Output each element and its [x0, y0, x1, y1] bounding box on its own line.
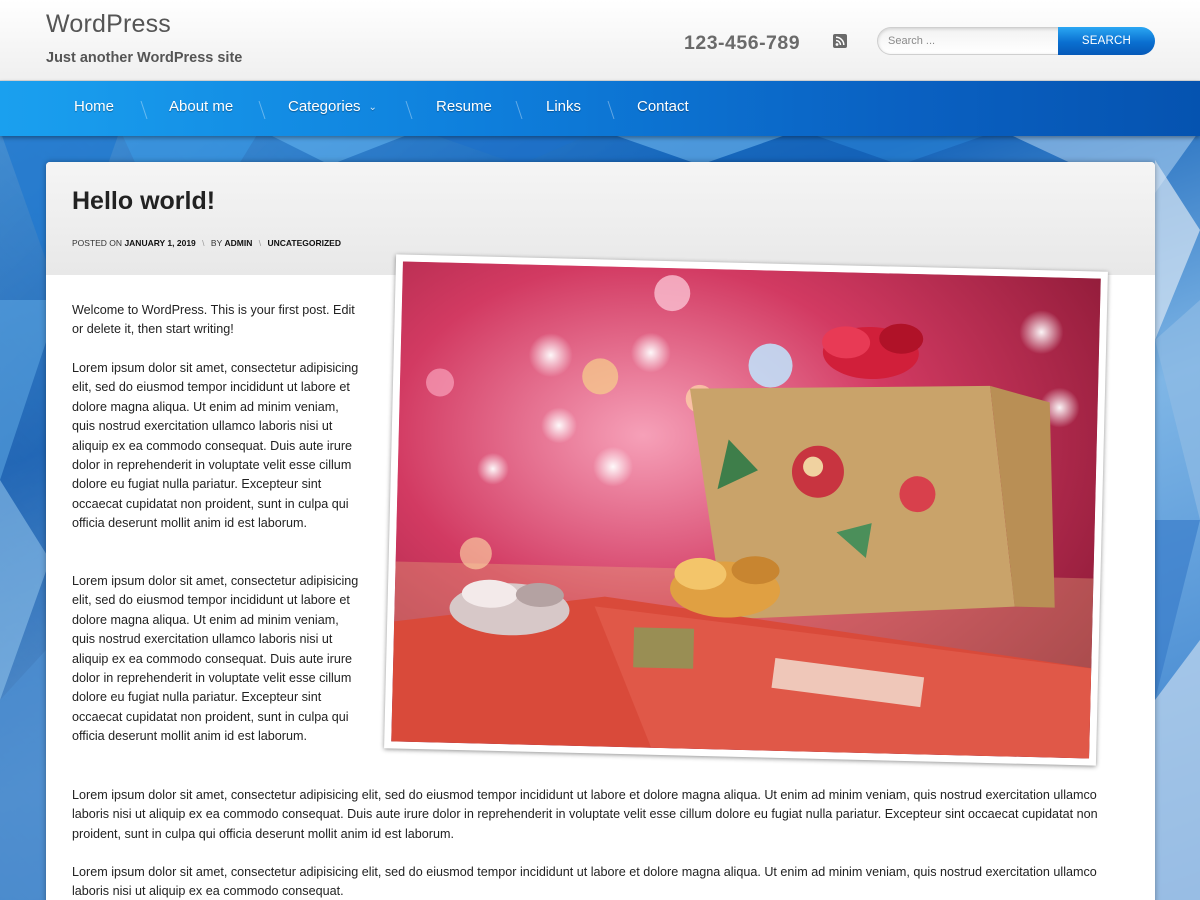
by-label: by	[210, 238, 223, 248]
author-link[interactable]: admin	[224, 238, 252, 248]
post-paragraph: Lorem ipsum dolor sit amet, consectetur …	[72, 574, 359, 744]
nav-divider	[515, 101, 523, 119]
nav-item-label: Categories	[288, 98, 361, 115]
nav-divider	[405, 101, 413, 119]
nav-item-home[interactable]: Home	[74, 81, 114, 136]
rss-icon[interactable]	[833, 34, 847, 48]
nav-item-about-me[interactable]: About me	[169, 81, 233, 136]
nav-divider	[258, 101, 266, 119]
nav-item-label: Links	[546, 98, 582, 115]
post-date-link[interactable]: January 1, 2019	[124, 238, 195, 248]
nav-divider	[607, 101, 615, 119]
category-link[interactable]: Uncategorized	[267, 238, 341, 248]
post-paragraph: Lorem ipsum dolor sit amet, consectetur …	[72, 865, 1097, 899]
nav-item-categories[interactable]: Categories ⌄	[288, 81, 377, 136]
featured-image-frame	[384, 254, 1108, 766]
phone-number: 123-456-789	[684, 32, 801, 54]
search-form: Search	[877, 27, 1155, 55]
search-button[interactable]: Search	[1058, 27, 1155, 55]
gift-photo	[391, 261, 1101, 759]
post-paragraph: Welcome to WordPress. This is your first…	[72, 303, 355, 337]
nav-item-resume[interactable]: Resume	[436, 81, 492, 136]
post-title[interactable]: Hello world!	[72, 187, 215, 216]
main-nav: Home About me Categories ⌄ Resume Links C…	[0, 81, 1200, 136]
post-paragraph: Lorem ipsum dolor sit amet, consectetur …	[72, 788, 1098, 841]
post-meta: Posted on January 1, 2019 \ by admin \ U…	[72, 238, 341, 248]
featured-image	[391, 261, 1101, 759]
meta-separator: \	[258, 238, 262, 248]
site-header: WordPress Just another WordPress site 12…	[0, 0, 1200, 81]
post-paragraph: Lorem ipsum dolor sit amet, consectetur …	[72, 361, 359, 531]
chevron-down-icon: ⌄	[368, 102, 377, 113]
site-tagline: Just another WordPress site	[46, 50, 243, 66]
nav-item-links[interactable]: Links	[546, 81, 581, 136]
nav-item-label: Contact	[637, 98, 689, 115]
site-title[interactable]: WordPress	[46, 10, 171, 39]
nav-item-label: About me	[169, 98, 234, 115]
search-input[interactable]	[877, 27, 1063, 55]
post-header	[46, 162, 1155, 275]
posted-on-label: Posted on	[72, 238, 123, 248]
post-card: Hello world! Posted on January 1, 2019 \…	[46, 162, 1155, 900]
nav-item-label: Resume	[436, 98, 492, 115]
nav-item-contact[interactable]: Contact	[637, 81, 689, 136]
nav-divider	[140, 101, 148, 119]
nav-item-label: Home	[74, 98, 115, 115]
meta-separator: \	[202, 238, 205, 248]
